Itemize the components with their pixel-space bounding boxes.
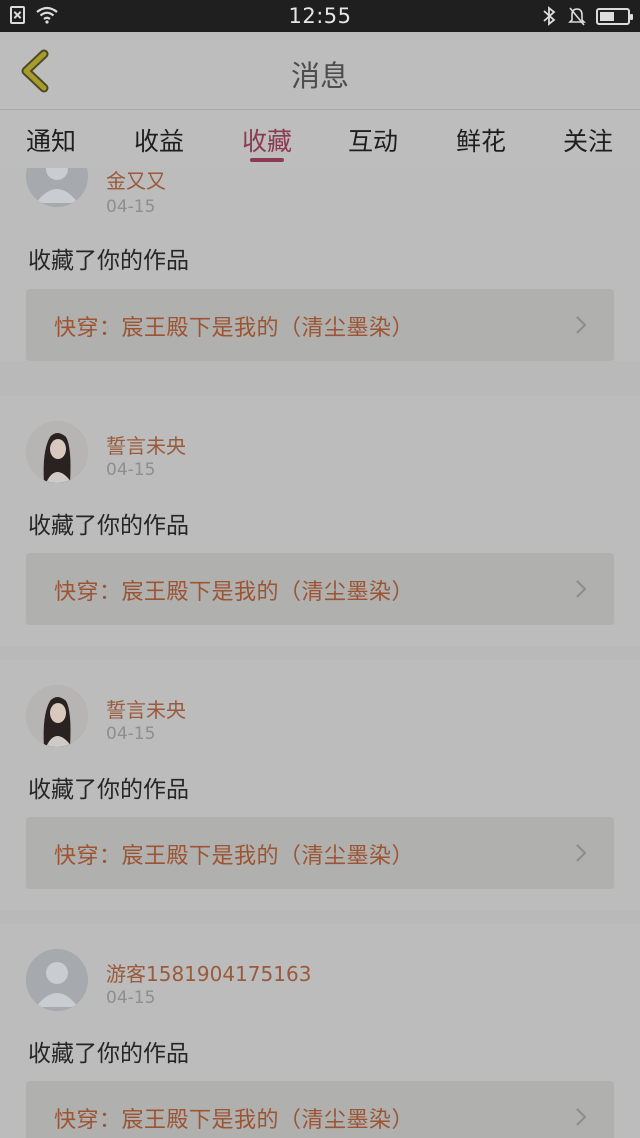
work-link[interactable]: 快穿：宸王殿下是我的（清尘墨染） (26, 289, 614, 361)
message-card: 游客1581904175163 04-15 收藏了你的作品 快穿：宸王殿下是我的… (0, 924, 640, 1138)
tab-bar: 通知 收益 收藏 互动 鲜花 关注 (0, 110, 640, 168)
chevron-right-icon (576, 844, 587, 862)
work-link[interactable]: 快穿：宸王殿下是我的（清尘墨染） (26, 817, 614, 889)
screen: 12:55 消息 通知 收益 收藏 互动 鲜花 关注 金又又 04-15 收藏了… (0, 0, 640, 1138)
chevron-right-icon (576, 316, 587, 334)
user-photo-avatar[interactable] (26, 421, 88, 483)
message-date: 04-15 (106, 460, 156, 480)
battery-icon (596, 7, 633, 25)
bell-off-icon (568, 7, 586, 26)
user-name[interactable]: 誓言未央 (106, 430, 186, 459)
status-bar: 12:55 (0, 0, 640, 32)
user-name[interactable]: 金又又 (106, 168, 166, 194)
message-card: 誓言未央 04-15 收藏了你的作品 快穿：宸王殿下是我的（清尘墨染） (0, 660, 640, 910)
battery-fill (600, 11, 615, 21)
user-name[interactable]: 游客1581904175163 (106, 958, 311, 987)
tab-notice[interactable]: 通知 (11, 122, 91, 158)
tab-follow[interactable]: 关注 (548, 122, 628, 158)
message-date: 04-15 (106, 197, 156, 217)
work-title: 快穿：宸王殿下是我的（清尘墨染） (54, 316, 415, 341)
work-title: 快穿：宸王殿下是我的（清尘墨染） (54, 844, 415, 869)
work-link[interactable]: 快穿：宸王殿下是我的（清尘墨染） (26, 1081, 614, 1138)
message-date: 04-15 (106, 988, 156, 1008)
chevron-right-icon (576, 1108, 587, 1126)
top-bar: 消息 (0, 32, 640, 110)
default-avatar-icon[interactable] (26, 949, 88, 1011)
work-link[interactable]: 快穿：宸王殿下是我的（清尘墨染） (26, 553, 614, 625)
tab-interaction[interactable]: 互动 (333, 122, 413, 158)
message-text: 收藏了你的作品 (28, 248, 189, 274)
page-title: 消息 (290, 59, 349, 93)
work-title: 快穿：宸王殿下是我的（清尘墨染） (54, 1108, 415, 1133)
tab-earnings[interactable]: 收益 (119, 122, 199, 158)
tab-favorites[interactable]: 收藏 (227, 122, 307, 158)
active-tab-indicator (250, 158, 284, 162)
user-name[interactable]: 誓言未央 (106, 694, 186, 723)
message-card: 誓言未央 04-15 收藏了你的作品 快穿：宸王殿下是我的（清尘墨染） (0, 396, 640, 646)
chevron-right-icon (576, 580, 587, 598)
message-text: 收藏了你的作品 (28, 513, 189, 539)
user-photo-avatar[interactable] (26, 685, 88, 747)
status-right (540, 6, 633, 26)
message-date: 04-15 (106, 724, 156, 744)
message-card: 金又又 04-15 收藏了你的作品 快穿：宸王殿下是我的（清尘墨染） (0, 168, 640, 361)
message-text: 收藏了你的作品 (28, 777, 189, 803)
tab-flowers[interactable]: 鲜花 (441, 122, 521, 158)
default-avatar-icon[interactable] (26, 168, 88, 207)
message-list: 金又又 04-15 收藏了你的作品 快穿：宸王殿下是我的（清尘墨染） 誓言未央 … (0, 168, 640, 1138)
work-title: 快穿：宸王殿下是我的（清尘墨染） (54, 580, 415, 605)
message-text: 收藏了你的作品 (28, 1041, 189, 1067)
bluetooth-icon (543, 6, 556, 26)
